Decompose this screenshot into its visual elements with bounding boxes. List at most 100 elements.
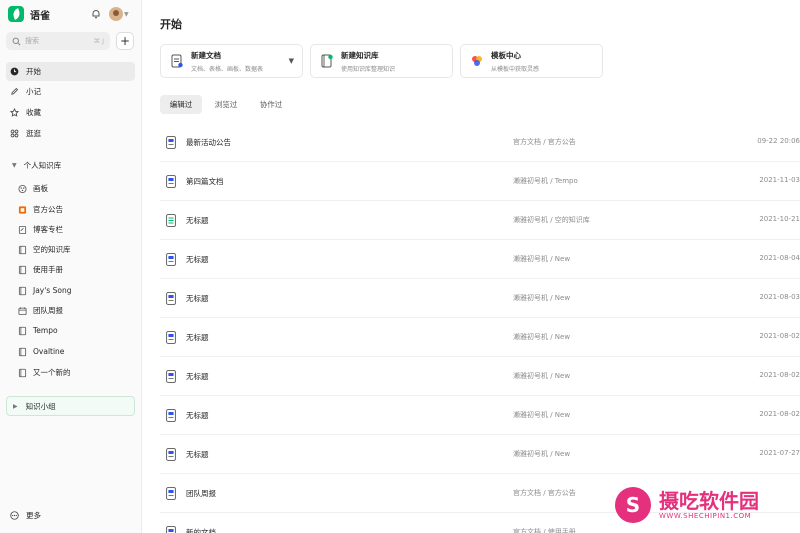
row-date: 2021-08-02 bbox=[759, 332, 800, 340]
chevron-right-icon: ▶ bbox=[13, 402, 18, 410]
kb-label: Jay's Song bbox=[33, 286, 72, 295]
row-date: 2021-11-03 bbox=[759, 176, 800, 184]
new-library-card[interactable]: 新建知识库 使用知识库整理知识 bbox=[310, 44, 453, 78]
book-icon bbox=[18, 347, 27, 356]
row-path[interactable]: 濑雅初号机 / New bbox=[513, 254, 570, 264]
avatar[interactable] bbox=[109, 7, 123, 21]
whiteboard-icon bbox=[18, 184, 27, 193]
row-date: 2021-07-27 bbox=[759, 449, 800, 457]
blog-icon bbox=[18, 225, 27, 234]
new-library-icon bbox=[321, 54, 333, 68]
row-date: 2021-08-03 bbox=[759, 293, 800, 301]
row-path[interactable]: 濑雅初号机 / New bbox=[513, 293, 570, 303]
table-row[interactable]: 无标题 濑雅初号机 / 空的知识库 2021-10-21 bbox=[160, 201, 800, 240]
row-date: 2021-08-04 bbox=[759, 254, 800, 262]
row-path[interactable]: 濑雅初号机 / New bbox=[513, 449, 570, 459]
sidebar-item-ovaltine[interactable]: Ovaltine bbox=[14, 342, 134, 361]
chevron-down-icon[interactable]: ▼ bbox=[124, 11, 129, 18]
section-label: 个人知识库 bbox=[23, 161, 62, 170]
table-row[interactable]: 第四篇文档 濑雅初号机 / Tempo 2021-11-03 bbox=[160, 162, 800, 201]
table-row[interactable]: 无标题 濑雅初号机 / New 2021-08-03 bbox=[160, 279, 800, 318]
bell-icon[interactable] bbox=[91, 9, 101, 19]
calendar-icon bbox=[18, 306, 27, 315]
sidebar-item-team-weekly[interactable]: 团队周报 bbox=[14, 301, 134, 320]
row-date: 2021-08-02 bbox=[759, 410, 800, 418]
plus-icon: + bbox=[119, 34, 131, 48]
watermark-logo-icon: S bbox=[615, 487, 651, 523]
sidebar-item-blog[interactable]: 博客专栏 bbox=[14, 220, 134, 239]
nav-label: 逛逛 bbox=[26, 129, 41, 138]
nav-item-favorites[interactable]: 收藏 bbox=[6, 103, 135, 122]
sidebar-item-whiteboard[interactable]: 画板 bbox=[14, 179, 134, 198]
page-title: 开始 bbox=[160, 18, 182, 31]
nav-item-notes[interactable]: 小记 bbox=[6, 82, 135, 101]
nav-item-explore[interactable]: 逛逛 bbox=[6, 124, 135, 143]
kb-label: 画板 bbox=[33, 184, 48, 193]
sidebar-item-manual[interactable]: 使用手册 bbox=[14, 260, 134, 279]
table-row[interactable]: 无标题 濑雅初号机 / New 2021-07-27 bbox=[160, 435, 800, 474]
table-row[interactable]: 无标题 濑雅初号机 / New 2021-08-04 bbox=[160, 240, 800, 279]
chevron-down-icon: ▼ bbox=[12, 162, 17, 169]
table-row[interactable]: 无标题 濑雅初号机 / New 2021-08-02 bbox=[160, 318, 800, 357]
row-path[interactable]: 濑雅初号机 / New bbox=[513, 332, 570, 342]
more-icon bbox=[10, 511, 19, 520]
row-path[interactable]: 濑雅初号机 / 空的知识库 bbox=[513, 215, 590, 225]
row-title: 第四篇文档 bbox=[186, 177, 224, 186]
knowledge-section-header[interactable]: ▼ 个人知识库 bbox=[12, 160, 61, 171]
book-icon bbox=[18, 368, 27, 377]
tab-collaborated[interactable]: 协作过 bbox=[250, 95, 292, 114]
row-title: 无标题 bbox=[186, 372, 209, 381]
table-row[interactable]: 最新活动公告 官方文档 / 官方公告 09-22 20:06 bbox=[160, 123, 800, 162]
watermark-url: WWW.SHECHIPIN1.COM bbox=[659, 512, 752, 520]
card-title: 新建文档 bbox=[191, 50, 221, 60]
table-row[interactable]: 无标题 濑雅初号机 / New 2021-08-02 bbox=[160, 357, 800, 396]
sidebar-item-announcements[interactable]: 官方公告 bbox=[14, 200, 134, 219]
clock-icon bbox=[10, 67, 19, 76]
watermark: S 摄吃软件园 WWW.SHECHIPIN1.COM bbox=[615, 487, 759, 523]
chevron-down-icon[interactable]: ▼ bbox=[289, 57, 294, 65]
add-button[interactable]: + bbox=[116, 32, 134, 50]
kb-label: 博客专栏 bbox=[33, 225, 63, 234]
doc-icon bbox=[166, 526, 176, 533]
doc-icon bbox=[166, 292, 176, 305]
sidebar-item-another-new[interactable]: 又一个新的 bbox=[14, 363, 134, 382]
announcement-icon bbox=[18, 205, 27, 214]
tab-viewed[interactable]: 浏览过 bbox=[205, 95, 247, 114]
nav-item-start[interactable]: 开始 bbox=[6, 62, 135, 81]
book-icon bbox=[18, 245, 27, 254]
row-path[interactable]: 官方文档 / 官方公告 bbox=[513, 488, 576, 498]
card-desc: 使用知识库整理知识 bbox=[341, 65, 396, 73]
sidebar: 语雀 ▼ 搜索 ⌘ J + 开始 小记 收藏 逛逛 ▼ 个人知识库 画板 官方公… bbox=[0, 0, 142, 533]
row-path[interactable]: 濑雅初号机 / New bbox=[513, 371, 570, 381]
row-path[interactable]: 濑雅初号机 / Tempo bbox=[513, 176, 578, 186]
sidebar-item-jays-song[interactable]: Jay's Song bbox=[14, 281, 134, 300]
template-center-card[interactable]: 模板中心 从模板中获取灵感 bbox=[460, 44, 603, 78]
doc-icon bbox=[166, 370, 176, 383]
row-path[interactable]: 濑雅初号机 / New bbox=[513, 410, 570, 420]
doc-icon bbox=[166, 253, 176, 266]
new-doc-card[interactable]: 新建文档 文档、表格、画板、数据表 ▼ bbox=[160, 44, 303, 78]
brand[interactable]: 语雀 bbox=[8, 6, 50, 22]
row-path[interactable]: 官方文档 / 官方公告 bbox=[513, 137, 576, 147]
app-name: 语雀 bbox=[30, 10, 50, 22]
card-title: 模板中心 bbox=[491, 50, 521, 60]
knowledge-group[interactable]: ▶ 知识小组 bbox=[6, 396, 135, 416]
tab-edited[interactable]: 编辑过 bbox=[160, 95, 202, 114]
search-placeholder: 搜索 bbox=[25, 37, 39, 45]
row-date: 2021-08-02 bbox=[759, 371, 800, 379]
nav-label: 开始 bbox=[26, 67, 41, 76]
doc-icon bbox=[166, 409, 176, 422]
book-icon bbox=[18, 326, 27, 335]
row-title: 最新活动公告 bbox=[186, 138, 231, 147]
yuque-logo-icon bbox=[8, 6, 24, 22]
table-row[interactable]: 无标题 濑雅初号机 / New 2021-08-02 bbox=[160, 396, 800, 435]
sidebar-item-tempo[interactable]: Tempo bbox=[14, 321, 134, 340]
search-input[interactable]: 搜索 ⌘ J bbox=[6, 32, 110, 50]
group-label: 知识小组 bbox=[25, 401, 56, 411]
sidebar-item-empty-library[interactable]: 空的知识库 bbox=[14, 240, 134, 259]
sheet-icon bbox=[166, 214, 176, 227]
row-date: 2021-10-21 bbox=[759, 215, 800, 223]
row-path[interactable]: 官方文档 / 使用手册 bbox=[513, 527, 576, 533]
star-icon bbox=[10, 108, 19, 117]
more-button[interactable]: 更多 bbox=[10, 510, 41, 521]
